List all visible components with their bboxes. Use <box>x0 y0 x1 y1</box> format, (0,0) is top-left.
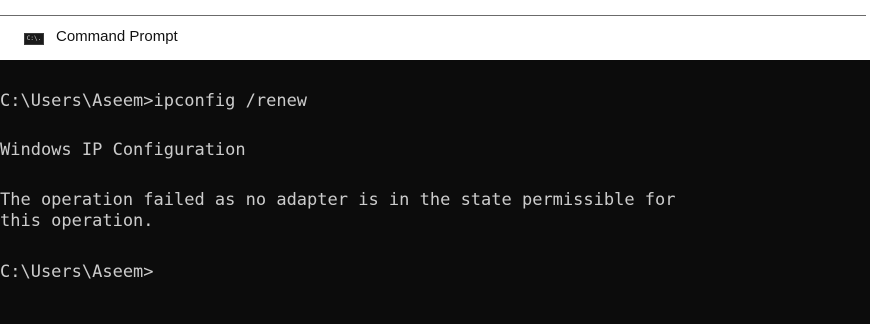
console-line-prompt[interactable]: C:\Users\Aseem> <box>0 262 154 283</box>
title-bar[interactable]: C:\. Command Prompt <box>0 16 870 60</box>
command-prompt-icon[interactable]: C:\. <box>24 33 44 45</box>
console-line-header: Windows IP Configuration <box>0 140 246 160</box>
console-line-command: C:\Users\Aseem>ipconfig /renew <box>0 91 308 111</box>
command-prompt-window: C:\. Command Prompt C:\Users\Aseem>ipcon… <box>0 0 870 324</box>
console-output[interactable]: C:\Users\Aseem>ipconfig /renew Windows I… <box>0 60 870 324</box>
window-title: Command Prompt <box>56 28 178 45</box>
console-line-error-1: The operation failed as no adapter is in… <box>0 190 676 210</box>
console-line-error-2: this operation. <box>0 211 154 231</box>
command-prompt-icon-glyph: C:\. <box>26 35 42 42</box>
